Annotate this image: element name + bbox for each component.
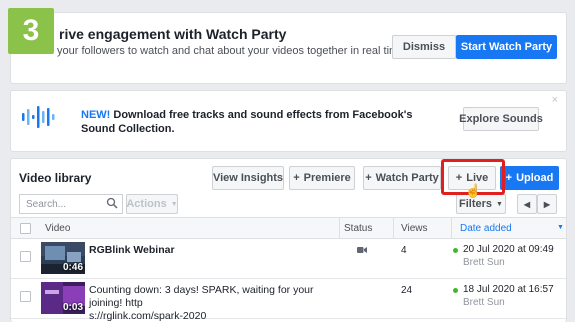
new-label: NEW!	[81, 109, 111, 121]
plus-icon: +	[505, 172, 513, 184]
column-divider	[393, 218, 394, 238]
video-duration: 0:03	[62, 302, 83, 313]
sound-wave-icon	[22, 106, 55, 128]
search-icon	[106, 197, 118, 209]
watch-party-label: Watch Party	[375, 172, 439, 184]
column-divider	[339, 218, 340, 238]
video-title[interactable]: Counting down: 3 days! SPARK, waiting fo…	[89, 284, 349, 322]
video-library-title: Video library	[19, 171, 92, 185]
select-all-checkbox[interactable]	[20, 223, 31, 234]
video-views: 4	[401, 245, 407, 256]
search-input[interactable]: Search...	[19, 194, 123, 214]
video-title-line-2: s://rglink.com/spark-2020	[89, 310, 207, 322]
actions-label: Actions	[126, 198, 167, 210]
video-status-icon	[357, 247, 367, 253]
column-views[interactable]: Views	[401, 223, 428, 234]
column-status[interactable]: Status	[344, 223, 372, 234]
column-date-added[interactable]: Date added	[460, 223, 512, 234]
watch-party-card: rive engagement with Watch Party your fo…	[10, 12, 567, 84]
view-insights-button[interactable]: View Insights	[212, 166, 284, 190]
video-title[interactable]: RGBlink Webinar	[89, 244, 349, 257]
watch-party-button[interactable]: + Watch Party	[363, 166, 441, 190]
caret-down-icon: ▼	[496, 200, 503, 208]
row-checkbox[interactable]	[20, 251, 31, 262]
sound-promo-text: NEW! Download free tracks and sound effe…	[81, 108, 421, 136]
actions-dropdown[interactable]: Actions ▼	[126, 194, 178, 214]
caret-right-icon: ▶	[543, 199, 551, 209]
video-library-card: Video library View Insights + Premiere +…	[10, 158, 567, 322]
column-divider	[451, 218, 452, 238]
video-date: 18 Jul 2020 at 16:57	[463, 284, 554, 295]
video-thumbnail[interactable]: 0:03	[41, 282, 85, 314]
table-header: Video Status Views Date added ▼	[11, 217, 566, 239]
sound-collection-card: NEW! Download free tracks and sound effe…	[10, 90, 567, 152]
video-thumbnail[interactable]: 0:46	[41, 242, 85, 274]
table-row[interactable]: 0:03 Counting down: 3 days! SPARK, waiti…	[11, 279, 566, 322]
video-title-line-1: Counting down: 3 days! SPARK, waiting fo…	[89, 284, 314, 309]
filters-label: Filters	[459, 198, 493, 210]
video-author: Brett Sun	[463, 297, 505, 308]
video-views: 24	[401, 285, 413, 296]
premiere-button[interactable]: + Premiere	[289, 166, 355, 190]
row-checkbox[interactable]	[20, 291, 31, 302]
published-status-dot	[453, 288, 458, 293]
video-author: Brett Sun	[463, 257, 505, 268]
video-date: 20 Jul 2020 at 09:49	[463, 244, 554, 255]
dismiss-button[interactable]: Dismiss	[392, 35, 456, 59]
sort-desc-icon: ▼	[557, 224, 564, 231]
table-row[interactable]: 0:46 RGBlink Webinar 4 20 Jul 2020 at 09…	[11, 239, 566, 279]
caret-left-icon: ◀	[523, 199, 531, 209]
previous-page-button[interactable]: ◀	[517, 194, 537, 214]
sound-promo-message: Download free tracks and sound effects f…	[81, 109, 413, 135]
plus-icon: +	[293, 172, 300, 184]
premiere-label: Premiere	[303, 172, 351, 184]
watch-party-title: rive engagement with Watch Party	[59, 26, 287, 42]
upload-label: Upload	[516, 172, 554, 184]
video-duration: 0:46	[62, 262, 83, 273]
plus-icon: +	[365, 172, 372, 184]
next-page-button[interactable]: ▶	[537, 194, 557, 214]
column-video[interactable]: Video	[45, 223, 70, 234]
published-status-dot	[453, 248, 458, 253]
caret-down-icon: ▼	[170, 200, 178, 208]
search-placeholder: Search...	[26, 198, 67, 210]
upload-button[interactable]: + Upload	[500, 166, 559, 190]
close-icon[interactable]: ×	[552, 94, 558, 106]
step-number-badge: 3	[8, 8, 54, 54]
watch-party-subtitle: your followers to watch and chat about y…	[57, 45, 408, 57]
hand-cursor-icon: ☝	[465, 183, 482, 198]
explore-sounds-button[interactable]: Explore Sounds	[459, 107, 543, 131]
start-watch-party-button[interactable]: Start Watch Party	[456, 35, 557, 59]
